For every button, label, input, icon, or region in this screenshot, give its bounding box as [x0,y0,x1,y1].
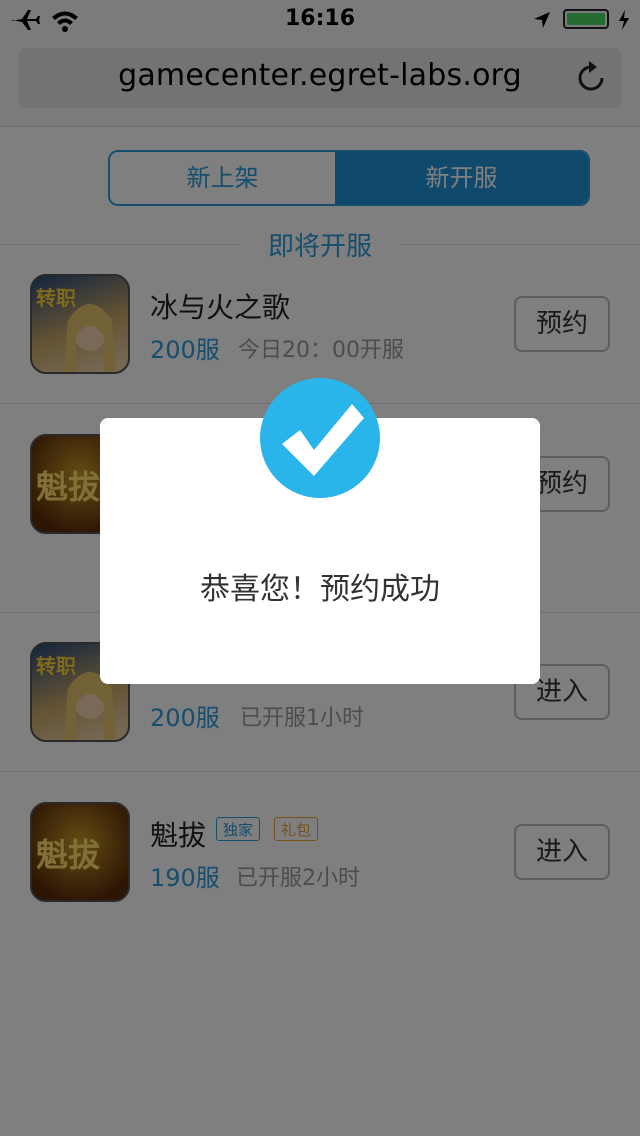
dialog-message: 恭喜您！预约成功 [200,572,440,607]
check-icon [260,378,380,498]
